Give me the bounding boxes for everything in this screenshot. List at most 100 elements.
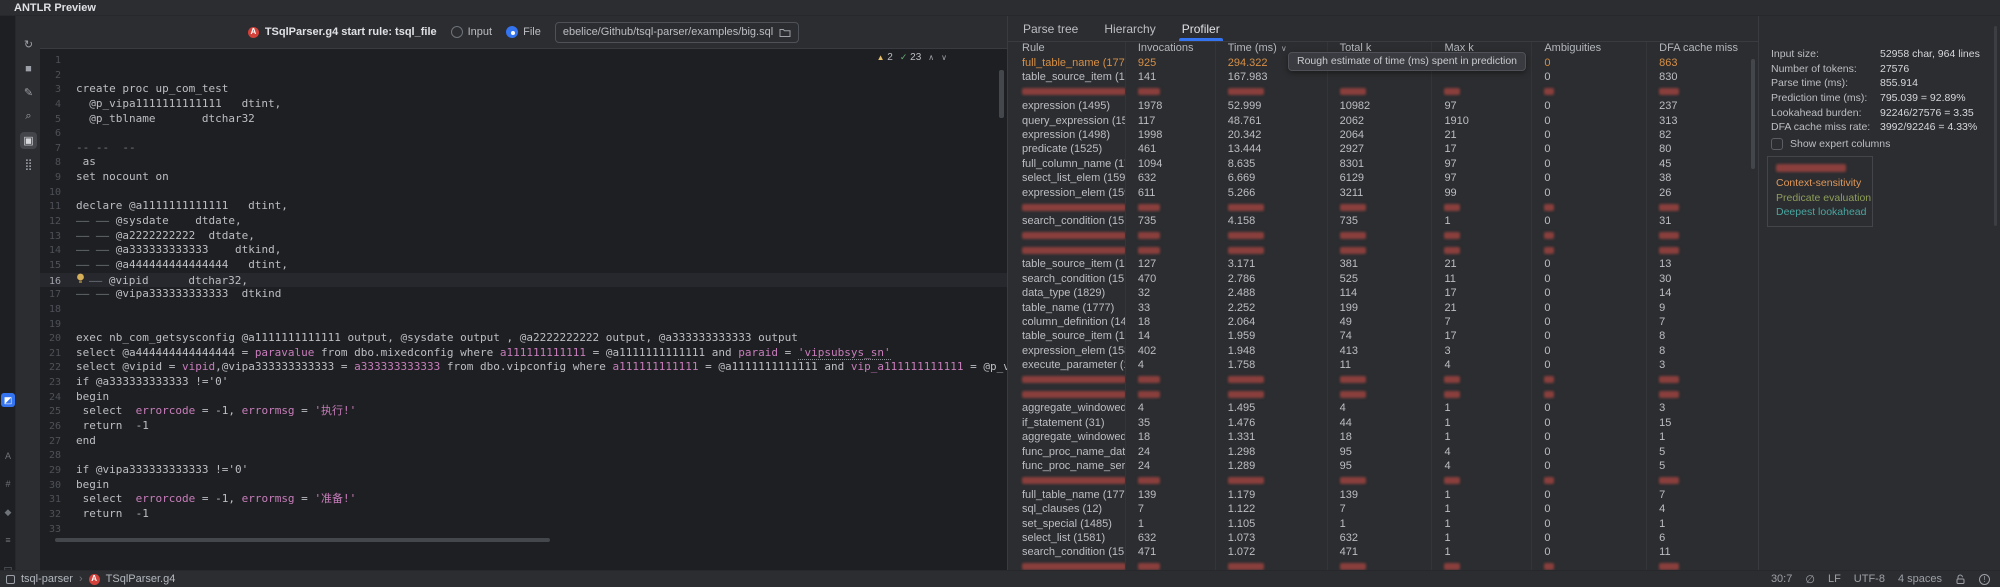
profiler-row[interactable]: sql_clauses (12)71.1227104 (1008, 502, 1758, 516)
code-editor[interactable]: 123create proc up_com_test4 @p_vipa11111… (40, 49, 1007, 570)
file-radio[interactable]: File (506, 26, 541, 38)
profiler-row[interactable]: set_special (1485)11.1051101 (1008, 517, 1758, 531)
code-line[interactable]: 21select @a444444444444444 = paravalue f… (40, 346, 1007, 361)
profiler-row[interactable]: search_condition (1517)4702.78652511030 (1008, 272, 1758, 286)
breadcrumb-file[interactable]: TSqlParser.g4 (106, 573, 176, 585)
code-line[interactable]: 27end (40, 434, 1007, 449)
profiler-row[interactable]: column_definition (1421)182.06449707 (1008, 315, 1758, 329)
checkbox-icon[interactable] (1771, 138, 1783, 150)
code-line[interactable]: 1 (40, 53, 1007, 68)
code-line[interactable]: 12—— —— @sysdate dtdate, (40, 214, 1007, 229)
profiler-row[interactable] (1008, 229, 1758, 243)
code-line[interactable]: 32 return -1 (40, 507, 1007, 522)
profiler-row[interactable]: table_name (1777)332.2521992109 (1008, 301, 1758, 315)
column-header-6[interactable]: DFA cache miss (1647, 42, 1758, 56)
code-line[interactable]: 8 as (40, 155, 1007, 170)
layers-tool-icon[interactable]: ◆ (1, 505, 15, 519)
profiler-row[interactable] (1008, 373, 1758, 387)
prev-problem-icon[interactable]: ∧ (928, 53, 934, 62)
code-line[interactable]: 15—— —— @a444444444444444 dtint, (40, 258, 1007, 273)
no-soft-wrap-icon[interactable]: ∅ (1805, 573, 1815, 586)
grid-icon[interactable]: ⣿ (20, 156, 37, 173)
menu-tool-icon[interactable]: ≡ (1, 533, 15, 547)
code-line[interactable]: 2 (40, 68, 1007, 83)
indent-setting[interactable]: 4 spaces (1898, 573, 1942, 585)
horizontal-scrollbar[interactable] (55, 538, 550, 542)
next-problem-icon[interactable]: ∨ (941, 53, 947, 62)
code-line[interactable]: 29if @vipa333333333333 !='0' (40, 463, 1007, 478)
profiler-row[interactable]: table_source_item (16...141167.9830830 (1008, 70, 1758, 84)
code-line[interactable]: 4 @p_vipa1111111111111 dtint, (40, 97, 1007, 112)
structure-tool-icon[interactable]: # (1, 477, 15, 491)
code-line[interactable]: 19 (40, 317, 1007, 332)
profiler-row[interactable] (1008, 473, 1758, 487)
profiler-row[interactable]: table_source_item (15...1273.17138121013 (1008, 257, 1758, 271)
column-header-5[interactable]: Ambiguities (1532, 42, 1647, 56)
code-line[interactable]: 11declare @a1111111111111 dtint, (40, 199, 1007, 214)
code-line[interactable]: 9set nocount on (40, 170, 1007, 185)
code-line[interactable]: 31 select errorcode = -1, errormsg = '准备… (40, 492, 1007, 507)
profiler-row[interactable] (1008, 85, 1758, 99)
profiler-row[interactable]: expression (1495)197852.99910982970237 (1008, 99, 1758, 113)
profiler-row[interactable]: if_statement (31)351.476441015 (1008, 416, 1758, 430)
profiler-row[interactable] (1008, 387, 1758, 401)
code-line[interactable]: 24begin (40, 390, 1007, 405)
profiler-row[interactable]: predicate (1525)46113.444292717080 (1008, 142, 1758, 156)
unlock-icon[interactable] (1955, 574, 1966, 585)
line-ending[interactable]: LF (1828, 573, 1841, 585)
file-encoding[interactable]: UTF-8 (1854, 573, 1885, 585)
code-line[interactable]: 10 (40, 185, 1007, 200)
profiler-row[interactable]: func_proc_name_serv...241.28995405 (1008, 459, 1758, 473)
code-line[interactable]: 6 (40, 126, 1007, 141)
code-line[interactable]: 14—— —— @a333333333333 dtkind, (40, 243, 1007, 258)
show-expert-columns-checkbox[interactable]: Show expert columns (1771, 138, 1890, 150)
code-line[interactable]: 13—— —— @a2222222222 dtdate, (40, 229, 1007, 244)
profiler-row[interactable]: search_condition (1516)4711.0724711011 (1008, 545, 1758, 559)
code-line[interactable]: 16—— @vipid dtchar32, (40, 273, 1007, 288)
code-line[interactable]: 18 (40, 302, 1007, 317)
antlr-preview-tool-icon[interactable]: ◩ (1, 393, 15, 407)
profiler-row[interactable]: expression_elem (1589)4021.948413308 (1008, 344, 1758, 358)
profiler-row[interactable]: search_condition (1519)7354.1587351031 (1008, 214, 1758, 228)
column-header-1[interactable]: Invocations (1126, 42, 1216, 56)
caret-position[interactable]: 30:7 (1771, 573, 1792, 585)
code-line[interactable]: 25 select errorcode = -1, errormsg = '执行… (40, 404, 1007, 419)
profiler-row[interactable]: select_list_elem (1592)6326.669612997038 (1008, 171, 1758, 185)
refresh-icon[interactable]: ↻ (20, 36, 37, 53)
profiler-row[interactable]: func_proc_name_data...241.29895405 (1008, 445, 1758, 459)
code-line[interactable]: 22select @vipid = vipid,@vipa33333333333… (40, 360, 1007, 375)
edit-icon[interactable]: ✎ (20, 84, 37, 101)
profiler-row[interactable]: full_column_name (17...10948.63583019704… (1008, 157, 1758, 171)
project-icon[interactable] (6, 575, 15, 584)
breadcrumb-project[interactable]: tsql-parser (21, 573, 73, 585)
code-line[interactable]: 28 (40, 448, 1007, 463)
input-radio[interactable]: Input (451, 26, 492, 38)
code-line[interactable]: 7-- -- -- (40, 141, 1007, 156)
vertical-scrollbar[interactable] (999, 70, 1004, 118)
folder-icon[interactable] (779, 27, 791, 38)
radio-selected-icon[interactable] (506, 26, 518, 38)
tab-hierarchy[interactable]: Hierarchy (1091, 16, 1168, 41)
code-line[interactable]: 17—— —— @vipa333333333333 dtkind (40, 287, 1007, 302)
profiler-row[interactable] (1008, 243, 1758, 257)
profiler-row[interactable]: full_table_name (1773)1391.179139107 (1008, 488, 1758, 502)
column-header-0[interactable]: Rule (1008, 42, 1126, 56)
code-line[interactable]: 23if @a333333333333 !='0' (40, 375, 1007, 390)
intention-bulb-icon[interactable] (76, 273, 89, 289)
profiler-row[interactable]: data_type (1829)322.48811417014 (1008, 286, 1758, 300)
stop-icon[interactable]: ■ (20, 60, 37, 77)
code-line[interactable]: 20exec nb_com_getsysconfig @a11111111111… (40, 331, 1007, 346)
profiler-row[interactable]: select_list (1581)6321.073632106 (1008, 531, 1758, 545)
profiler-row[interactable] (1008, 560, 1758, 570)
code-line[interactable]: 30begin (40, 478, 1007, 493)
profiler-user-icon[interactable]: ▣ (20, 132, 37, 149)
inspections-widget[interactable]: ▲ 2 ✓ 23 ∧ ∨ (877, 52, 947, 63)
code-line[interactable]: 26 return -1 (40, 419, 1007, 434)
file-path-field[interactable]: ebelice/Github/tsql-parser/examples/big.… (555, 22, 799, 43)
radio-unselected-icon[interactable] (451, 26, 463, 38)
profiler-row[interactable]: expression_elem (1590)6115.266321199026 (1008, 186, 1758, 200)
profiler-row[interactable]: aggregate_windowed...181.33118101 (1008, 430, 1758, 444)
tab-profiler[interactable]: Profiler (1169, 16, 1233, 41)
profiler-row[interactable]: query_expression (1527)11748.76120621910… (1008, 114, 1758, 128)
profiler-row[interactable]: expression (1498)199820.342206421082 (1008, 128, 1758, 142)
